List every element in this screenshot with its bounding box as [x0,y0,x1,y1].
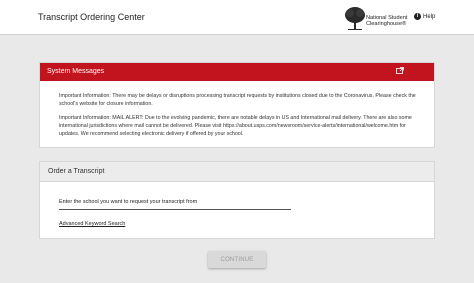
message-mail-alert: Important Information: MAIL ALERT: Due t… [59,115,412,137]
order-transcript-panel: Order a Transcript Enter the school you … [39,161,435,239]
system-messages-header: System Messages [40,63,434,81]
help-icon: i [414,13,421,20]
message-covid-closures: Important Information: There may be dela… [59,93,416,107]
trademark-mark: ® [402,21,407,27]
system-messages-body: Important Information: There may be dela… [59,92,419,144]
page-title: Transcript Ordering Center [38,12,145,22]
advanced-keyword-search-link[interactable]: Advanced Keyword Search [59,221,125,227]
order-transcript-title: Order a Transcript [48,168,105,175]
system-messages-panel: System Messages Important Information: T… [39,62,435,148]
tree-icon [345,7,365,30]
help-label: Help [423,14,436,21]
clearinghouse-logo[interactable]: National Student Clearinghouse® [344,6,410,32]
continue-button[interactable]: CONTINUE [208,251,266,268]
order-transcript-header: Order a Transcript [40,162,434,182]
help-link[interactable]: i Help [414,13,435,20]
external-window-icon[interactable] [396,67,404,74]
system-messages-title: System Messages [47,68,105,75]
logo-text-line2: Clearinghouse [366,21,403,27]
app-header: Transcript Ordering Center National Stud… [0,0,474,35]
school-search-input[interactable] [59,207,291,210]
logo-text: National Student Clearinghouse® [366,15,416,27]
school-search-label: Enter the school you want to request you… [59,199,198,205]
